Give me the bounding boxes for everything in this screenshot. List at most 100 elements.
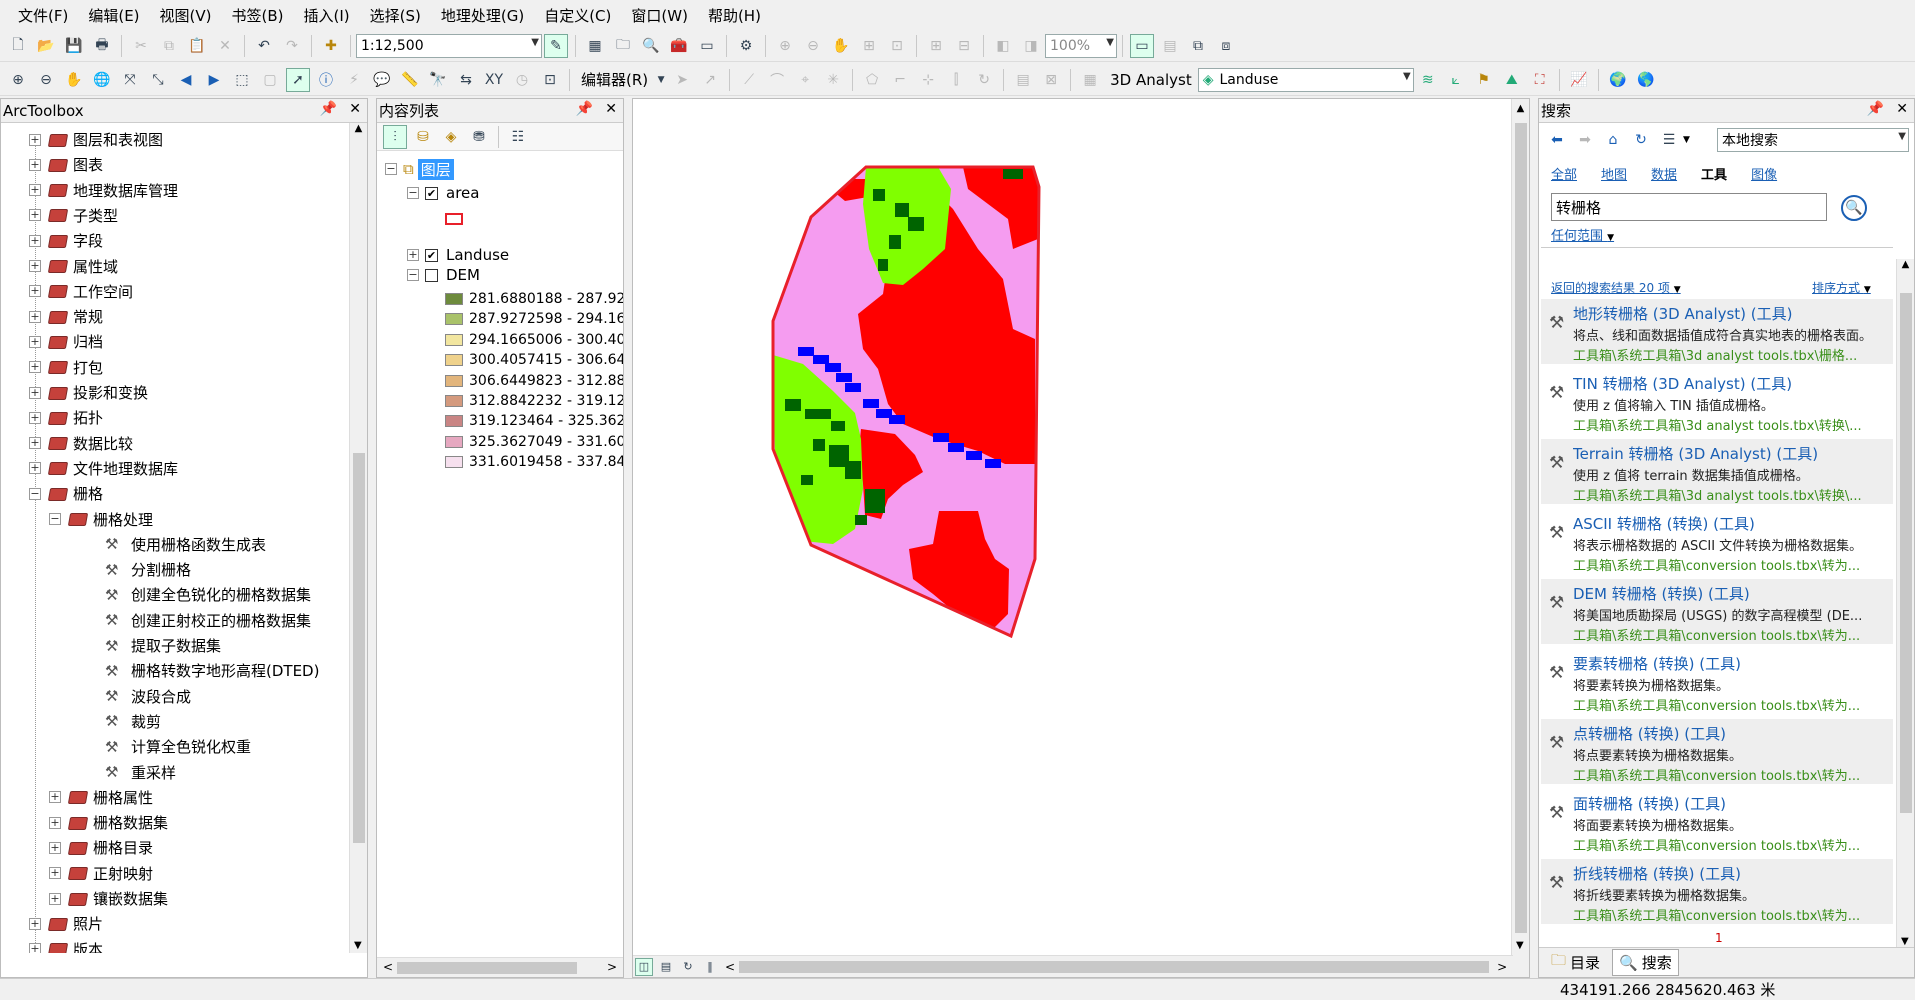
toolbox-item[interactable]: + 正射映射 xyxy=(49,861,153,886)
result-title[interactable]: TIN 转栅格 (3D Analyst) (工具) xyxy=(1573,373,1893,394)
tool-item[interactable]: ⚒ 提取子数据集 xyxy=(105,633,221,658)
toolbox-item[interactable]: + 打包 xyxy=(29,355,103,380)
scroll-right-icon[interactable]: > xyxy=(1497,960,1507,974)
pause-drawing-icon[interactable]: ‖ xyxy=(701,958,719,976)
expand-icon[interactable]: + xyxy=(29,184,41,197)
arcscene-icon[interactable]: 🌍 xyxy=(1606,68,1630,92)
tool-item[interactable]: ⚒ 栅格转数字地形高程(DTED) xyxy=(105,658,319,683)
expand-icon[interactable]: + xyxy=(29,310,41,323)
arctoolbox-icon[interactable]: 🧰 xyxy=(667,34,691,58)
line-of-sight-icon[interactable]: ⚑ xyxy=(1472,68,1496,92)
toolbox-item[interactable]: + 文件地理数据库 xyxy=(29,456,178,481)
sort-link[interactable]: 排序方式 ▼ xyxy=(1812,279,1871,296)
toolbox-item[interactable]: + 数据比较 xyxy=(29,431,133,456)
menu-item[interactable]: 编辑(E) xyxy=(78,5,149,26)
search-result[interactable]: ⚒ Terrain 转栅格 (3D Analyst) (工具) 使用 z 值将 te… xyxy=(1541,439,1893,505)
list-by-visibility-icon[interactable]: ◈ xyxy=(439,125,463,149)
menu-item[interactable]: 窗口(W) xyxy=(621,5,698,26)
tool-item[interactable]: ⚒ 计算全色锐化权重 xyxy=(105,734,251,759)
layout-view-icon[interactable]: ▤ xyxy=(657,958,675,976)
layer-visibility-checkbox[interactable]: ✔ xyxy=(425,186,438,200)
fixed-zoom-in-icon[interactable]: ⊞ xyxy=(924,34,948,58)
catalog-icon[interactable]: 🗀 xyxy=(611,34,635,58)
scroll-thumb[interactable] xyxy=(353,453,365,843)
previous-extent-icon[interactable]: ◧ xyxy=(991,34,1015,58)
expand-icon[interactable]: + xyxy=(29,943,41,953)
list-by-source-icon[interactable]: ⛁ xyxy=(411,125,435,149)
tool-item[interactable]: ⚒ 使用栅格函数生成表 xyxy=(105,532,266,557)
edit-vertices-icon[interactable]: ⬠ xyxy=(860,68,884,92)
python-icon[interactable]: ▭ xyxy=(695,34,719,58)
expand-icon[interactable]: + xyxy=(49,791,61,804)
toolbox-item[interactable]: + 栅格数据集 xyxy=(49,810,168,835)
zoom-in-icon[interactable]: ⊕ xyxy=(6,68,30,92)
close-icon[interactable]: ✕ xyxy=(1896,101,1908,117)
search-result[interactable]: ⚒ 面转栅格 (转换) (工具) 将面要素转换为栅格数据集。 工具箱\系统工具箱\co… xyxy=(1541,789,1893,855)
zoom-100-icon[interactable]: ⊡ xyxy=(885,34,909,58)
expand-icon[interactable]: + xyxy=(49,892,61,905)
scroll-down-icon[interactable]: ▼ xyxy=(354,940,362,951)
expand-icon[interactable]: + xyxy=(29,234,41,247)
contour-icon[interactable]: ≋ xyxy=(1416,68,1440,92)
pin-icon[interactable]: 📌 xyxy=(320,101,337,117)
search-result[interactable]: ⚒ TIN 转栅格 (3D Analyst) (工具) 使用 z 值将输入 TIN … xyxy=(1541,369,1893,435)
select-features-icon[interactable]: ⬚ xyxy=(230,68,254,92)
menu-item[interactable]: 插入(I) xyxy=(294,5,360,26)
pin-icon[interactable]: 📌 xyxy=(1867,101,1884,117)
scroll-thumb[interactable] xyxy=(1515,123,1527,933)
toolbox-item[interactable]: + 子类型 xyxy=(29,203,118,228)
layer-visibility-checkbox[interactable]: ✔ xyxy=(425,248,438,262)
pan-icon[interactable]: ✋ xyxy=(62,68,86,92)
search-tab[interactable]: 工具 xyxy=(1701,164,1727,183)
layout-zoom-select[interactable]: 100% ▼ xyxy=(1045,33,1117,58)
layout-pan-icon[interactable]: ✋ xyxy=(829,34,853,58)
expand-icon[interactable]: + xyxy=(49,841,61,854)
collapse-icon[interactable]: − xyxy=(29,487,41,500)
tool-item[interactable]: ⚒ 重采样 xyxy=(105,760,176,785)
fixed-zoom-out-icon[interactable]: ⊟ xyxy=(952,34,976,58)
toolbox-item[interactable]: + 栅格属性 xyxy=(49,785,153,810)
result-title[interactable]: 点转栅格 (转换) (工具) xyxy=(1573,723,1893,744)
search-tab[interactable]: 数据 xyxy=(1651,164,1677,183)
search-tab[interactable]: 地图 xyxy=(1601,164,1627,183)
scroll-left-icon[interactable]: < xyxy=(383,960,393,974)
edit-annotation-icon[interactable]: ↗ xyxy=(698,68,722,92)
map-scale-select[interactable]: 1:12,500 ▼ xyxy=(356,33,542,58)
search-window-icon[interactable]: 🔍 xyxy=(639,34,663,58)
forward-icon[interactable]: ➡ xyxy=(1573,128,1597,152)
result-title[interactable]: 面转栅格 (转换) (工具) xyxy=(1573,793,1893,814)
layer-name[interactable]: area xyxy=(446,184,479,202)
search-scrollbar[interactable]: ▲ ▼ xyxy=(1896,259,1914,949)
find-icon[interactable]: 🔭 xyxy=(426,68,450,92)
toggle-draft-icon[interactable]: ▭ xyxy=(1130,33,1154,58)
layer-visibility-checkbox[interactable] xyxy=(425,268,438,282)
tool-item[interactable]: ⚒ 裁剪 xyxy=(105,709,161,734)
result-count-link[interactable]: 返回的搜索结果 20 项 ▼ xyxy=(1551,279,1681,296)
collapse-icon[interactable]: − xyxy=(407,187,419,199)
table-icon[interactable]: ▦ xyxy=(583,34,607,58)
scroll-down-icon[interactable]: ▼ xyxy=(1901,936,1909,947)
scroll-left-icon[interactable]: < xyxy=(725,960,735,974)
menu-item[interactable]: 书签(B) xyxy=(222,5,294,26)
new-document-icon[interactable]: 🗋 xyxy=(6,34,30,58)
hyperlink-icon[interactable]: ⚡ xyxy=(342,68,366,92)
back-icon[interactable]: ⬅ xyxy=(1545,128,1569,152)
measure-icon[interactable]: 📏 xyxy=(398,68,422,92)
search-button[interactable]: 🔍 xyxy=(1841,195,1867,221)
fixed-zoom-in-icon[interactable]: ⤧ xyxy=(118,68,142,92)
pin-icon[interactable]: 📌 xyxy=(576,101,593,117)
toolbox-item[interactable]: + 投影和变换 xyxy=(29,380,148,405)
expand-icon[interactable]: + xyxy=(29,462,41,475)
search-result[interactable]: ⚒ DEM 转栅格 (转换) (工具) 将美国地质勘探局 (USGS) 的数字高程模… xyxy=(1541,579,1893,645)
close-icon[interactable]: ✕ xyxy=(605,101,617,117)
tool-item[interactable]: ⚒ 波段合成 xyxy=(105,684,191,709)
menu-item[interactable]: 文件(F) xyxy=(8,5,78,26)
menu-item[interactable]: 自定义(C) xyxy=(534,5,621,26)
expand-icon[interactable]: + xyxy=(29,386,41,399)
expand-icon[interactable]: + xyxy=(29,917,41,930)
toolbox-item[interactable]: − 栅格处理 xyxy=(49,507,153,532)
collapse-icon[interactable]: − xyxy=(407,269,419,281)
go-to-xy-icon[interactable]: XY xyxy=(482,68,506,92)
collapse-icon[interactable]: − xyxy=(385,163,397,175)
undo-icon[interactable]: ↶ xyxy=(252,34,276,58)
